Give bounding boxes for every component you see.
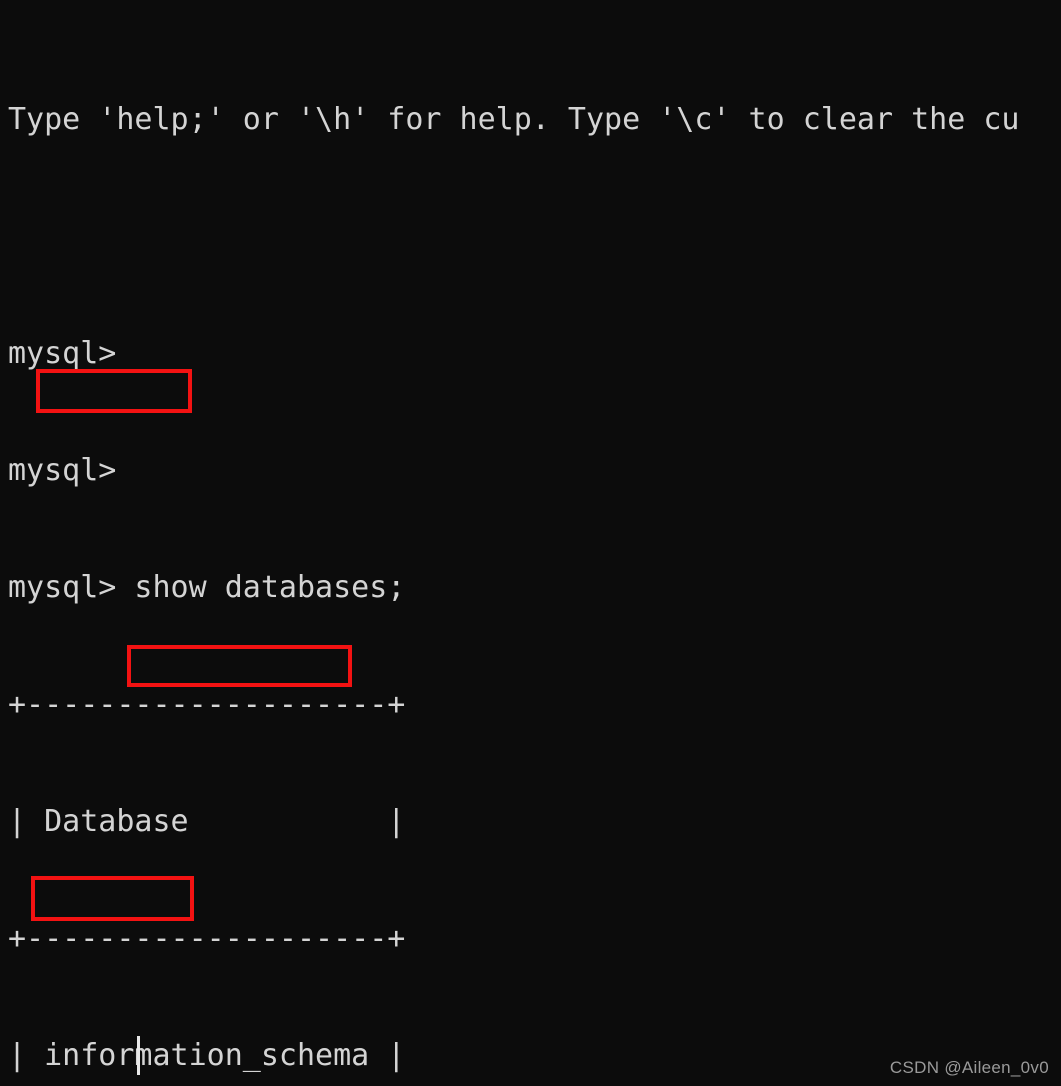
terminal-line: Type 'help;' or '\h' for help. Type '\c'… — [8, 102, 1020, 137]
text-cursor — [137, 1036, 140, 1075]
terminal-line-command-show-databases: mysql> show databases; — [8, 570, 406, 605]
terminal-output: Type 'help;' or '\h' for help. Type '\c'… — [8, 22, 1061, 1086]
terminal-line-table-border: +--------------------+ — [8, 921, 406, 956]
terminal-line: mysql> — [8, 336, 117, 371]
terminal-line: mysql> — [8, 453, 117, 488]
terminal-line-table-border: +--------------------+ — [8, 687, 406, 722]
watermark: CSDN @Aileen_0v0 — [889, 1058, 1049, 1077]
terminal-line-table-header: | Database | — [8, 804, 406, 839]
terminal-window[interactable]: Type 'help;' or '\h' for help. Type '\c'… — [0, 0, 1061, 1086]
